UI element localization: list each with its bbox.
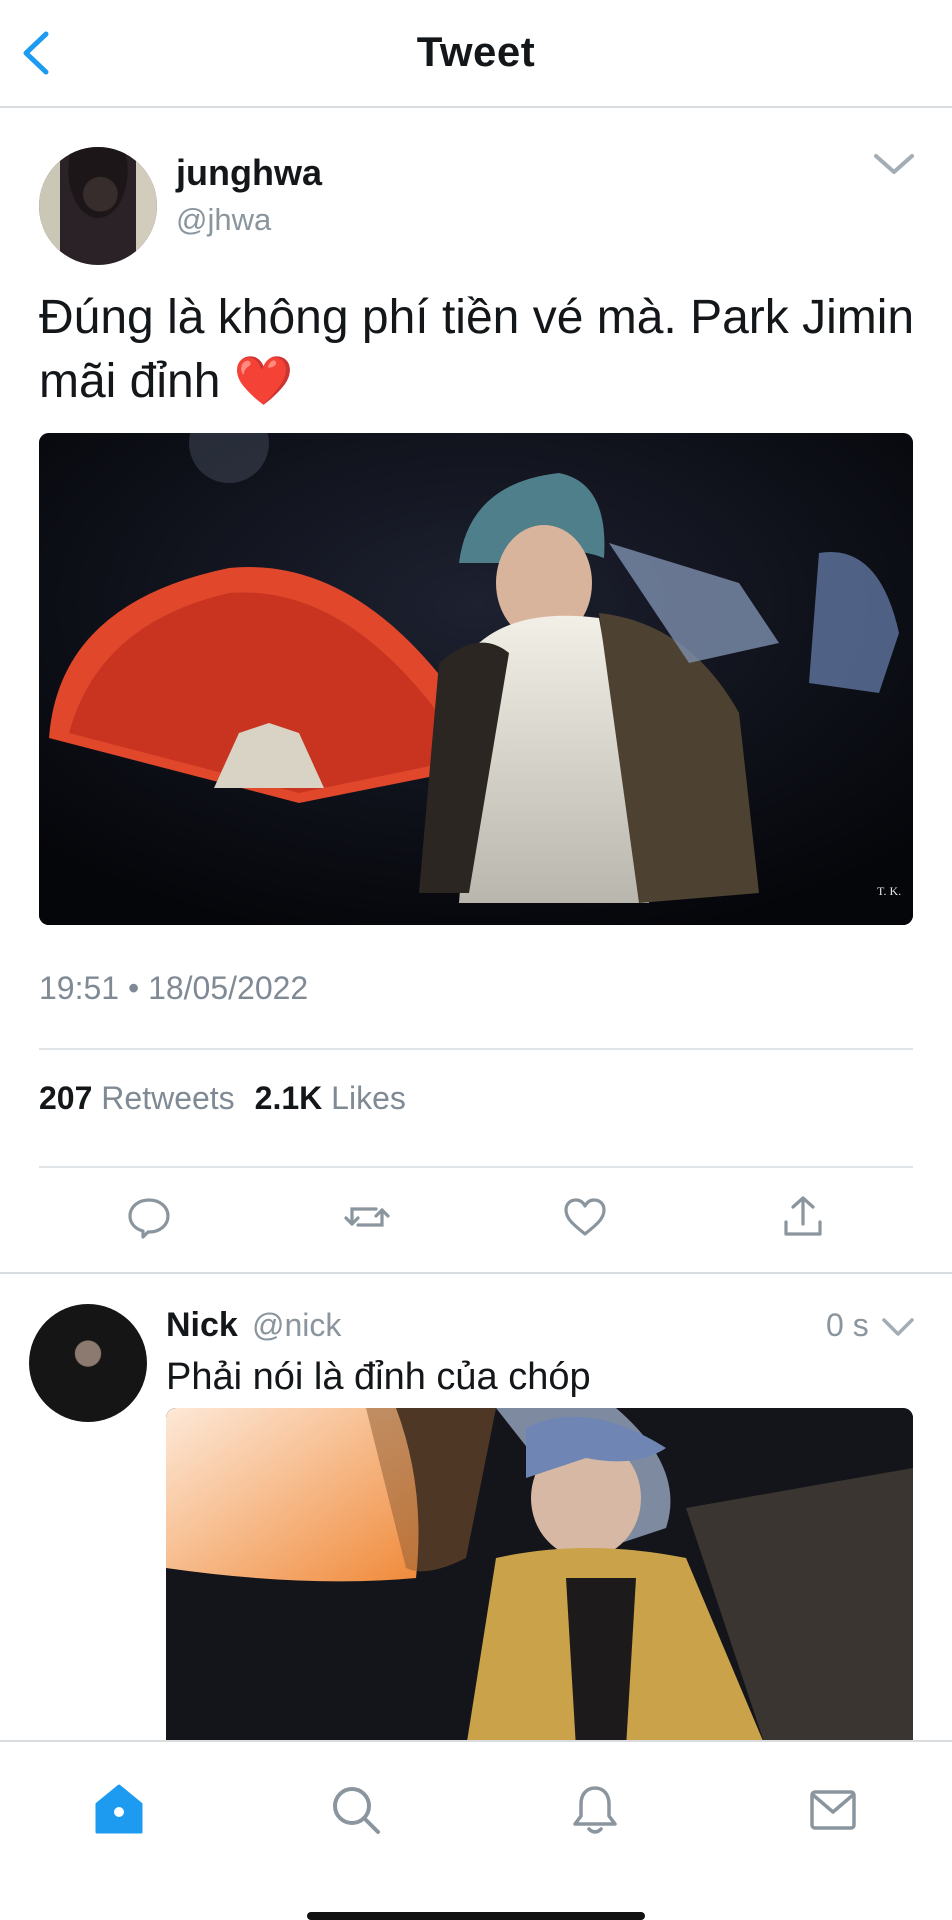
- heart-icon: [564, 1198, 606, 1236]
- retweet-button[interactable]: [342, 1192, 392, 1242]
- reply-button[interactable]: [124, 1192, 174, 1242]
- concert-photo: T. K.: [39, 433, 913, 925]
- reply-options-button[interactable]: [880, 1314, 916, 1342]
- likes-stat[interactable]: 2.1K Likes: [255, 1080, 406, 1116]
- comment-icon: [128, 1198, 170, 1239]
- tweet-author-handle[interactable]: @jhwa: [176, 202, 271, 238]
- tweet-options-button[interactable]: [872, 148, 916, 182]
- divider: [39, 1166, 913, 1168]
- likes-label: Likes: [331, 1080, 406, 1116]
- concert-photo: [166, 1408, 913, 1740]
- retweet-icon: [344, 1207, 390, 1227]
- tab-notifications[interactable]: [565, 1780, 625, 1840]
- divider: [39, 1048, 913, 1050]
- main-tweet: junghwa @jhwa Đúng là không phí tiền vé …: [0, 108, 952, 1274]
- avatar[interactable]: [39, 147, 157, 265]
- share-icon: [784, 1196, 822, 1236]
- page-title: Tweet: [416, 28, 536, 75]
- bottom-tab-bar: [0, 1740, 952, 1920]
- like-button[interactable]: [560, 1192, 610, 1242]
- tab-home[interactable]: [89, 1780, 149, 1840]
- reply-tweet[interactable]: Nick @nick 0 s Phải nói là đỉnh của chóp: [0, 1276, 952, 1740]
- retweets-stat[interactable]: 207 Retweets: [39, 1080, 235, 1116]
- reply-time: 0 s: [826, 1307, 869, 1343]
- search-icon: [333, 1787, 380, 1834]
- chevron-down-icon: [874, 154, 914, 174]
- likes-count: 2.1K: [254, 1080, 323, 1116]
- mail-icon: [810, 1790, 856, 1830]
- reply-text: Phải nói là đỉnh của chóp: [166, 1356, 591, 1398]
- tab-search[interactable]: [326, 1780, 386, 1840]
- tweet-media-image[interactable]: T. K.: [39, 433, 913, 925]
- top-nav-bar: Tweet: [0, 0, 952, 108]
- retweets-count: 207: [39, 1080, 93, 1116]
- tab-messages[interactable]: [803, 1780, 863, 1840]
- tweet-text: Đúng là không phí tiền vé mà. Park Jimin…: [39, 291, 915, 408]
- tweet-timestamp: 19:51 • 18/05/2022: [39, 970, 309, 1006]
- chevron-down-icon: [882, 1318, 914, 1336]
- home-indicator[interactable]: [307, 1912, 645, 1920]
- tweet-author-name[interactable]: junghwa: [176, 152, 322, 194]
- bell-icon: [573, 1786, 617, 1834]
- reply-author-name[interactable]: Nick: [166, 1306, 238, 1345]
- avatar[interactable]: [29, 1304, 147, 1422]
- reply-author-handle[interactable]: @nick: [252, 1307, 341, 1344]
- tweet-stats: 207 Retweets 2.1K Likes: [39, 1080, 406, 1117]
- retweets-label: Retweets: [101, 1080, 235, 1116]
- home-icon: [95, 1784, 143, 1834]
- reply-media-image[interactable]: [166, 1408, 913, 1740]
- share-button[interactable]: [778, 1192, 828, 1242]
- media-watermark: T. K.: [877, 884, 901, 898]
